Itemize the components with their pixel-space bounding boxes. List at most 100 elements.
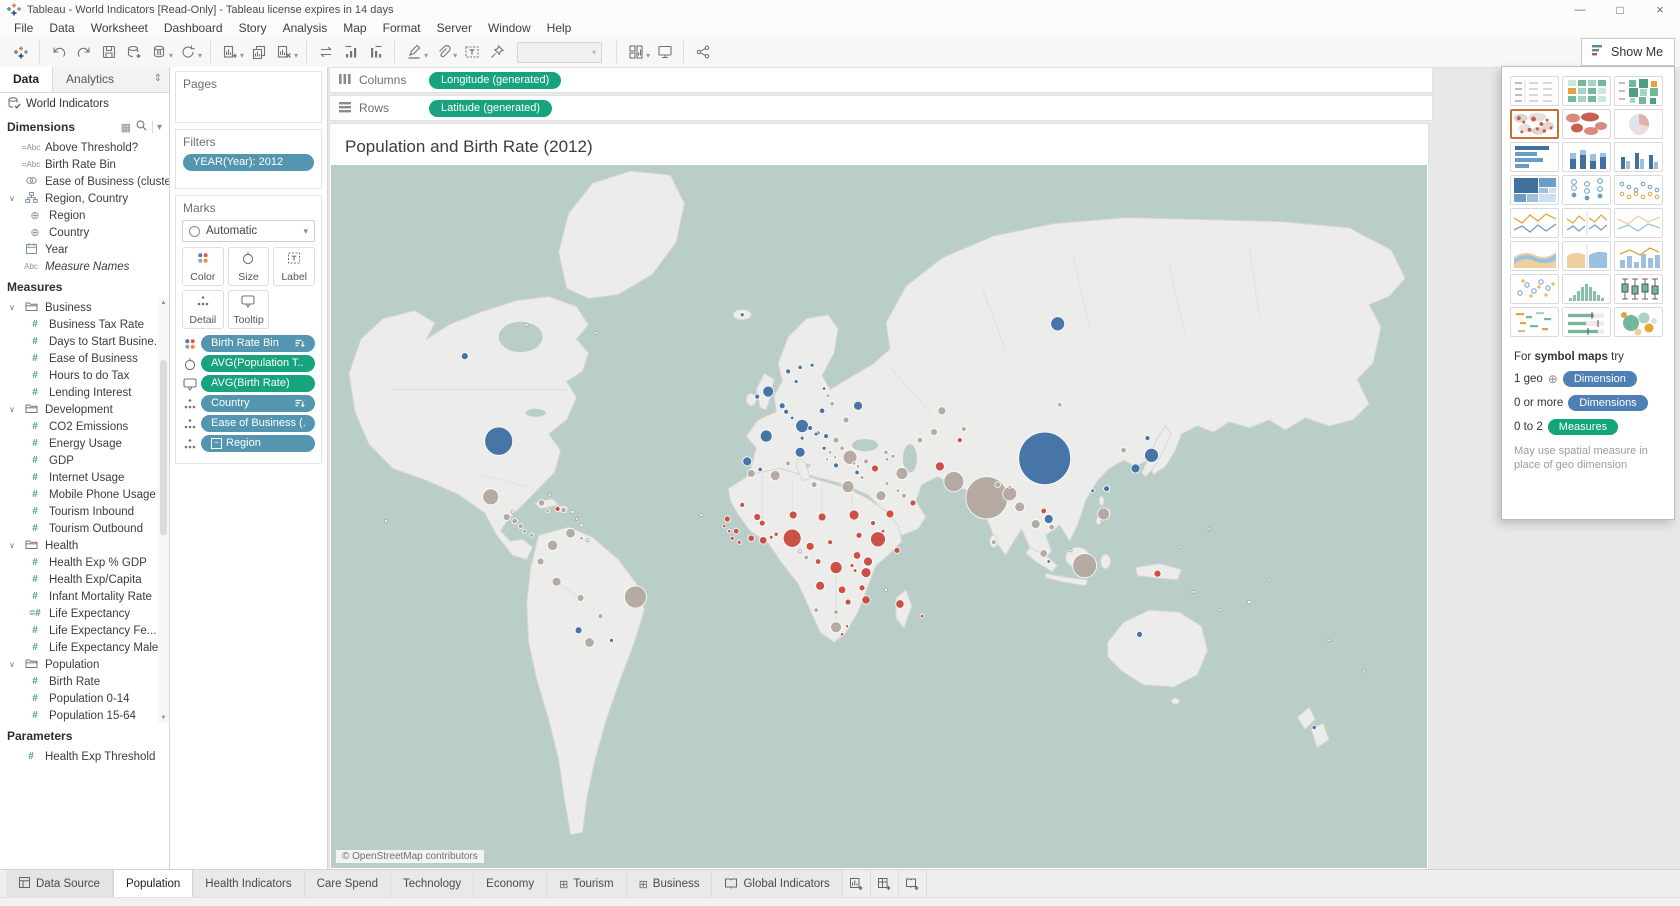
dimension-birth-rate-bin[interactable]: =Abc Birth Rate Bin — [0, 156, 169, 173]
menu-server[interactable]: Server — [429, 21, 480, 35]
filter-pill-year[interactable]: YEAR(Year): 2012 — [183, 154, 314, 171]
mark-circle[interactable] — [803, 554, 809, 561]
mark-circle[interactable] — [830, 621, 842, 634]
mark-circle[interactable] — [806, 463, 810, 468]
mark-circle[interactable] — [759, 536, 768, 545]
columns-pill[interactable]: Longitude (generated) — [429, 71, 562, 89]
mark-circle[interactable] — [960, 426, 967, 432]
showme-area-discrete[interactable] — [1562, 241, 1611, 271]
mark-circle[interactable] — [739, 501, 746, 508]
measure-mobile-phone-usage[interactable]: # Mobile Phone Usage — [0, 486, 169, 503]
tableau-logo-icon[interactable] — [8, 40, 33, 64]
mark-circle[interactable] — [795, 418, 810, 433]
mark-circle[interactable] — [871, 464, 879, 473]
sheet-tab-technology[interactable]: Technology — [390, 870, 475, 898]
showme-dual-lines[interactable] — [1614, 208, 1663, 238]
showme-side-by-side-circles[interactable] — [1614, 175, 1663, 205]
mark-circle[interactable] — [1247, 599, 1252, 605]
mark-circle[interactable] — [536, 557, 545, 566]
mark-circle[interactable] — [753, 513, 762, 521]
mark-circle[interactable] — [547, 492, 552, 497]
mark-circle[interactable] — [884, 457, 890, 462]
mark-circle[interactable] — [823, 433, 829, 440]
mark-circle[interactable] — [815, 580, 825, 591]
measure-co2-emissions[interactable]: # CO2 Emissions — [0, 418, 169, 435]
showme-gantt[interactable] — [1510, 307, 1559, 337]
mark-circle[interactable] — [849, 563, 855, 568]
color-button[interactable]: Color — [182, 247, 224, 286]
mark-circle[interactable] — [722, 523, 727, 529]
menu-format[interactable]: Format — [375, 21, 429, 35]
mark-circle[interactable] — [893, 546, 901, 554]
swap-rows-columns-icon[interactable] — [313, 40, 338, 64]
mark-circle[interactable] — [502, 513, 511, 521]
mark-circle[interactable] — [825, 457, 830, 462]
sheet-tab-population[interactable]: Population — [112, 870, 194, 898]
mark-circle[interactable] — [794, 446, 806, 458]
mark-circle[interactable] — [785, 460, 792, 467]
mark-circle[interactable] — [870, 520, 876, 527]
mark-circle[interactable] — [841, 480, 855, 494]
mark-circle[interactable] — [861, 595, 871, 605]
mark-circle[interactable] — [839, 445, 845, 451]
showme-side-by-side-bars[interactable] — [1614, 142, 1663, 172]
mark-circle[interactable] — [565, 527, 576, 539]
maximize-button[interactable]: □ — [1600, 0, 1640, 19]
mark-circle[interactable] — [524, 322, 529, 327]
scroll-up-icon[interactable]: ▲ — [158, 300, 169, 306]
mark-circle[interactable] — [560, 506, 567, 514]
menu-dashboard[interactable]: Dashboard — [156, 21, 231, 35]
presentation-mode-icon[interactable] — [652, 40, 677, 64]
group-members-icon[interactable] — [430, 40, 455, 64]
measure-health-exp-capita[interactable]: # Health Exp/Capita — [0, 571, 169, 588]
mark-circle[interactable] — [895, 488, 901, 493]
search-icon[interactable] — [135, 119, 148, 135]
rows-shelf[interactable]: Rows Latitude (generated) — [329, 95, 1433, 121]
share-workbook-icon[interactable] — [690, 40, 715, 64]
sheet-tab-care-spend[interactable]: Care Spend — [304, 870, 391, 898]
mark-circle[interactable] — [778, 402, 786, 410]
mark-circle[interactable] — [956, 437, 963, 444]
menu-story[interactable]: Story — [231, 21, 275, 35]
mark-type-select[interactable]: Automatic ▾ — [182, 220, 315, 242]
dimension-country[interactable]: ⊕ Country — [0, 224, 169, 241]
mark-circle[interactable] — [1177, 545, 1182, 550]
showme-horizontal-bars[interactable] — [1510, 142, 1559, 172]
measure-life-expectancy[interactable]: =# Life Expectancy — [0, 605, 169, 622]
mark-circle[interactable] — [821, 386, 827, 391]
mark-circle[interactable] — [789, 415, 795, 421]
mark-circle[interactable] — [884, 481, 890, 487]
run-update-icon[interactable] — [175, 40, 200, 64]
mark-circle[interactable] — [733, 527, 740, 535]
mark-circle[interactable] — [551, 576, 562, 587]
mark-circle[interactable] — [759, 429, 773, 443]
mark-circle[interactable] — [845, 624, 850, 629]
mark-circle[interactable] — [754, 393, 761, 400]
measure-internet-usage[interactable]: # Internet Usage — [0, 469, 169, 486]
mark-circle[interactable] — [1043, 514, 1054, 524]
pause-auto-updates-icon[interactable] — [146, 40, 171, 64]
show-hide-cards-icon[interactable] — [623, 40, 648, 64]
new-worksheet-icon[interactable] — [217, 40, 242, 64]
show-me-button[interactable]: Show Me — [1581, 38, 1675, 66]
mark-circle[interactable] — [855, 531, 863, 539]
view-as-icon[interactable]: ▦ — [121, 121, 131, 134]
mark-circle[interactable] — [844, 598, 852, 606]
mark-circle[interactable] — [758, 519, 766, 527]
group-members-dropdown-icon[interactable]: ▾ — [453, 51, 457, 60]
clear-sheet-icon[interactable] — [271, 40, 296, 64]
mark-circle[interactable] — [593, 331, 598, 335]
measure-tourism-outbound[interactable]: # Tourism Outbound — [0, 520, 169, 537]
sort-ascending-icon[interactable] — [338, 40, 363, 64]
mark-circle[interactable] — [813, 431, 819, 437]
mark-circle[interactable] — [901, 492, 907, 499]
menu-analysis[interactable]: Analysis — [275, 21, 336, 35]
mark-circle[interactable] — [851, 461, 857, 466]
mark-circle[interactable] — [810, 481, 818, 489]
showme-stacked-bars[interactable] — [1562, 142, 1611, 172]
mark-circle[interactable] — [1153, 569, 1162, 578]
measure-infant-mortality-rate[interactable]: # Infant Mortality Rate — [0, 588, 169, 605]
scroll-down-icon[interactable]: ▼ — [158, 715, 169, 721]
redo-icon[interactable] — [71, 40, 96, 64]
mark-circle[interactable] — [890, 453, 896, 459]
